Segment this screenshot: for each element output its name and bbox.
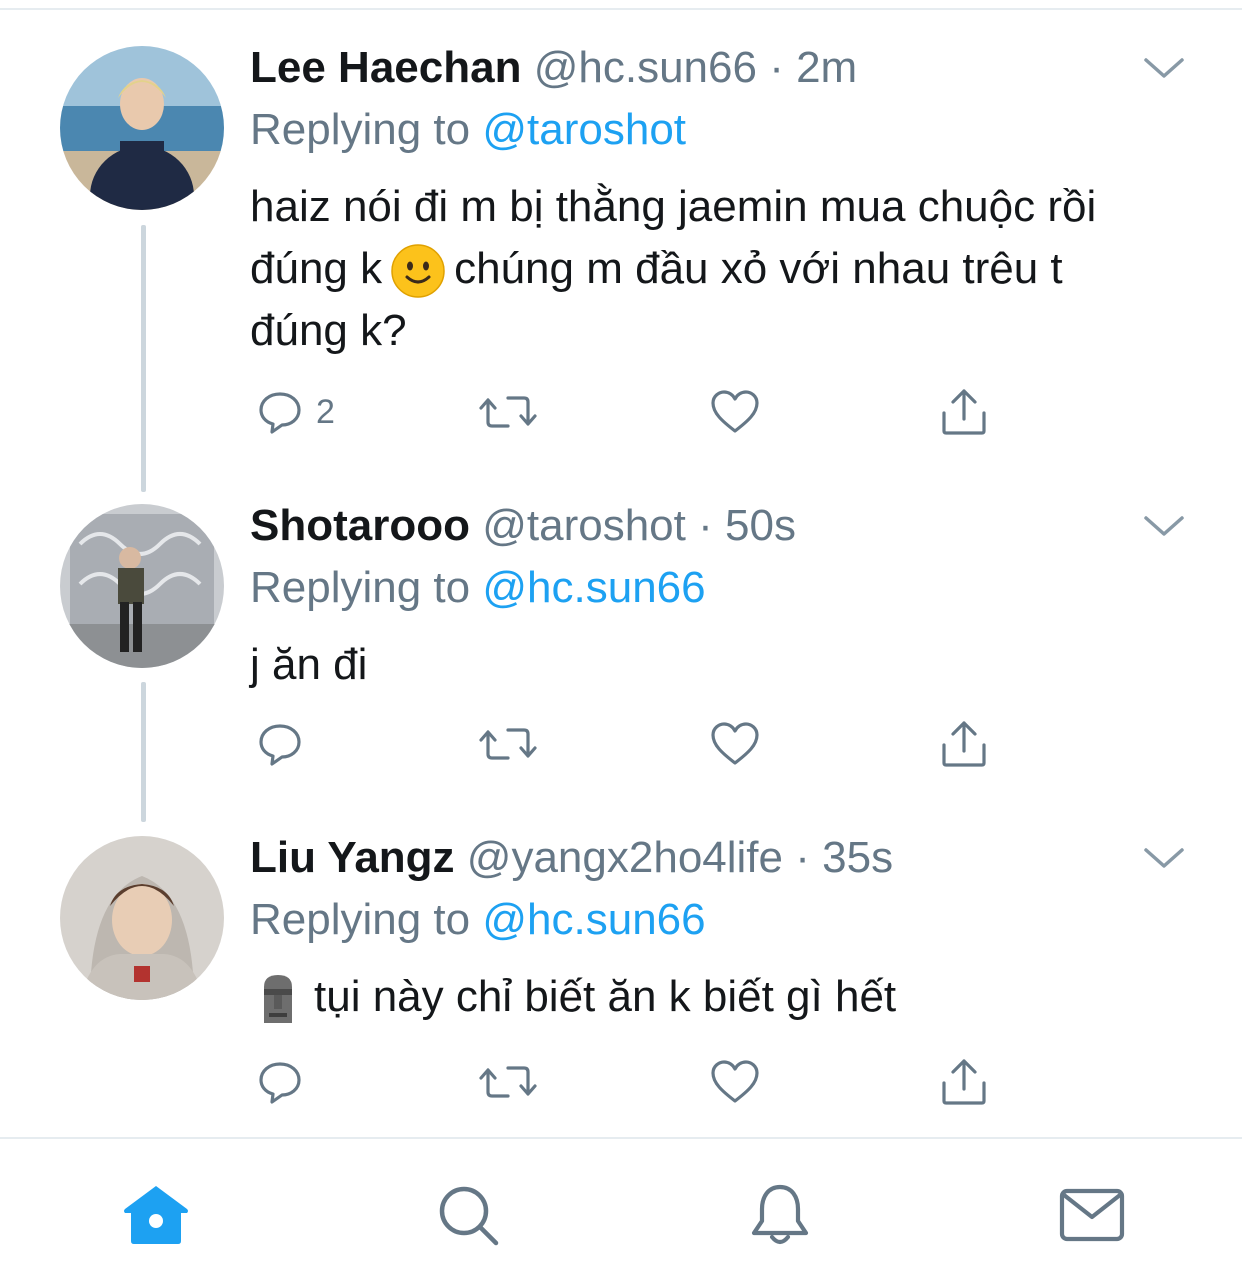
replying-to: Replying to @hc.sun66: [250, 892, 706, 948]
tweet-actions: [250, 714, 1010, 774]
retweet-button[interactable]: [478, 1052, 538, 1112]
tweet-header: Shotarooo @taroshot · 50s: [250, 498, 796, 554]
reply-icon: [259, 392, 301, 434]
user-handle[interactable]: @taroshot: [482, 501, 686, 550]
retweet-icon: [479, 1066, 537, 1098]
reply-button[interactable]: 2: [256, 382, 335, 442]
replying-label: Replying to: [250, 105, 471, 154]
separator-dot: ·: [698, 501, 713, 550]
reply-icon: [259, 1062, 301, 1104]
mention-link[interactable]: @hc.sun66: [482, 563, 705, 612]
share-icon: [942, 389, 986, 435]
messages-icon: [1059, 1188, 1125, 1242]
tweet-text: haiz nói đi m bị thằng jaemin mua chuộc …: [250, 176, 1150, 362]
separator-dot: ·: [769, 43, 784, 92]
like-button[interactable]: [710, 382, 760, 442]
replying-label: Replying to: [250, 563, 471, 612]
retweet-button[interactable]: [478, 382, 538, 442]
moai-emoji: [250, 971, 306, 1027]
heart-icon: [711, 722, 759, 765]
tweet-header: Lee Haechan @hc.sun66 · 2m: [250, 40, 857, 96]
tweet-actions: [250, 1052, 1010, 1112]
avatar-liu-yangz[interactable]: [60, 836, 224, 1000]
chevron-down-icon[interactable]: [1140, 52, 1188, 82]
tweet-text: tụi này chỉ biết ăn k biết gì hết: [250, 966, 1150, 1028]
retweet-icon: [479, 728, 537, 760]
tweet-header: Liu Yangz @yangx2ho4life · 35s: [250, 830, 893, 886]
timestamp[interactable]: 2m: [796, 43, 857, 92]
user-handle[interactable]: @yangx2ho4life: [467, 833, 783, 882]
tab-search[interactable]: [428, 1175, 508, 1255]
tweet-text-part: j ăn đi: [250, 640, 368, 689]
chevron-down-icon[interactable]: [1140, 842, 1188, 872]
tweet-actions: 2: [250, 382, 1010, 442]
reply-button[interactable]: [256, 1052, 316, 1112]
bottom-tab-bar: [0, 1139, 1242, 1285]
tweet-text-part: tụi này chỉ biết ăn k biết gì hết: [314, 972, 897, 1021]
display-name[interactable]: Liu Yangz: [250, 833, 455, 882]
top-divider: [0, 8, 1242, 10]
share-button[interactable]: [940, 1052, 988, 1112]
retweet-icon: [479, 396, 537, 428]
share-icon: [942, 721, 986, 767]
reply-icon: [259, 724, 301, 766]
slightly-smiling-face-emoji: [390, 243, 446, 299]
heart-icon: [711, 390, 759, 433]
avatar-lee-haechan[interactable]: [60, 46, 224, 210]
avatar-shotarooo[interactable]: [60, 504, 224, 668]
thread-connector: [141, 682, 146, 822]
reply-count: 2: [316, 392, 335, 431]
replying-to: Replying to @hc.sun66: [250, 560, 706, 616]
search-icon: [439, 1186, 499, 1246]
like-button[interactable]: [710, 1052, 760, 1112]
timestamp[interactable]: 50s: [725, 501, 796, 550]
display-name[interactable]: Shotarooo: [250, 501, 470, 550]
replying-label: Replying to: [250, 895, 471, 944]
share-button[interactable]: [940, 382, 988, 442]
thread-connector: [141, 225, 146, 492]
chevron-down-icon[interactable]: [1140, 510, 1188, 540]
user-handle[interactable]: @hc.sun66: [534, 43, 757, 92]
notifications-icon: [751, 1184, 809, 1245]
tab-home[interactable]: [116, 1175, 196, 1255]
like-button[interactable]: [710, 714, 760, 774]
share-icon: [942, 1059, 986, 1105]
mention-link[interactable]: @taroshot: [482, 105, 686, 154]
home-icon: [124, 1186, 188, 1244]
replying-to: Replying to @taroshot: [250, 102, 686, 158]
mention-link[interactable]: @hc.sun66: [482, 895, 705, 944]
separator-dot: ·: [795, 833, 810, 882]
reply-button[interactable]: [256, 714, 316, 774]
tab-messages[interactable]: [1052, 1175, 1132, 1255]
share-button[interactable]: [940, 714, 988, 774]
tweet-text: j ăn đi: [250, 634, 1150, 696]
timestamp[interactable]: 35s: [822, 833, 893, 882]
display-name[interactable]: Lee Haechan: [250, 43, 521, 92]
tab-notifications[interactable]: [740, 1175, 820, 1255]
retweet-button[interactable]: [478, 714, 538, 774]
heart-icon: [711, 1060, 759, 1103]
